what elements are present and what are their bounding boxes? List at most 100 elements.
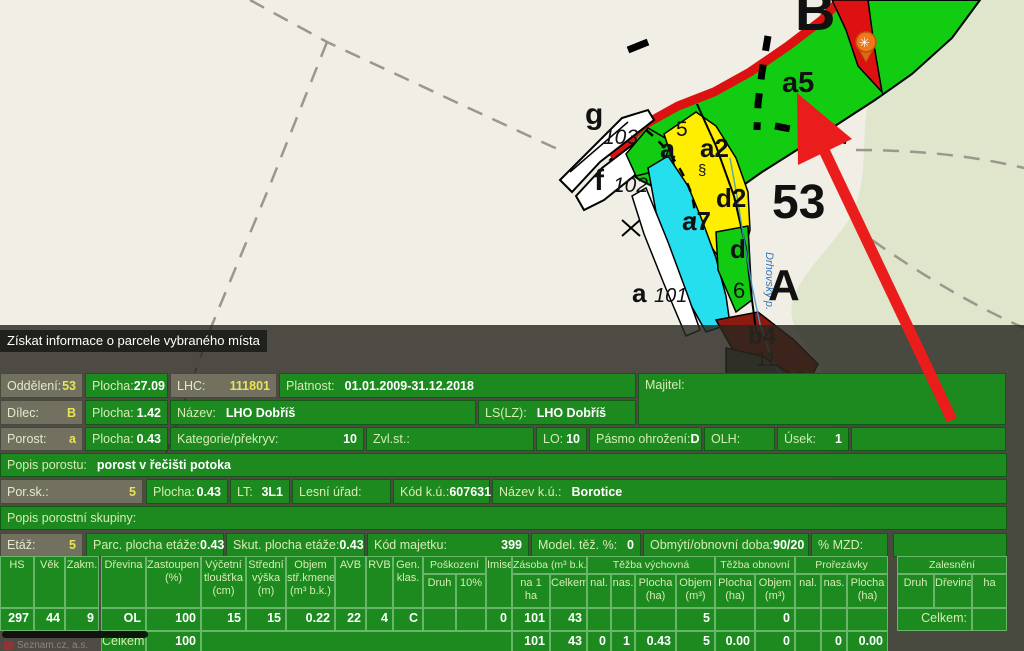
col-vek: Věk [34,556,65,608]
field-lhc: LHC:111801 [170,373,277,398]
cell-objem-kmene: 0.22 [286,608,335,631]
field-skut-plocha: Skut. plocha etáže:0.43 [226,533,365,557]
cell-celkem-zasoba: 43 [550,631,587,651]
table-main-header: Dřevina Zastoupení (%) Výčetní tloušťka … [101,556,888,608]
cell-celkem-zastoupeni: 100 [146,631,201,651]
field-nazev-ku: Název k.ú.:Borotice [492,479,1007,504]
cell-to-objem: 0 [755,608,795,631]
field-oddeleni: Oddělení:53 [0,373,83,398]
field-nazev: Název:LHO Dobříš [170,400,476,425]
col-hs: HS [0,556,34,608]
group-zalesneni: Zalesnění Druh Dřevina ha [897,556,1007,608]
cell-gen-klas: C [393,608,423,631]
map-label-6: 6 [733,278,745,303]
map-label-a101-n: 101 [654,285,687,307]
cell-celkem-pr-nal [795,631,821,651]
field-popis-skupiny: Popis porostní skupiny: [0,506,1007,530]
field-obmyti: Obmýtí/obnovní doba:90/20 [643,533,809,557]
field-platnost: Platnost:01.01.2009-31.12.2018 [279,373,636,398]
cell-celkem-tv-plocha: 0.43 [635,631,676,651]
cell-celkem-tv-objem: 5 [676,631,715,651]
cell-vek: 44 [34,608,65,631]
col-pr-nas: nas. [821,574,847,608]
cell-na1ha: 101 [512,608,550,631]
tooltip: Získat informace o parcele vybraného mís… [0,330,267,352]
map-label-paragraph: § [698,162,706,179]
field-lt: LT:3L1 [230,479,290,504]
table-hs-header: HS Věk Zakm. [0,556,99,608]
cell-zasoba-celkem: 43 [550,608,587,631]
cell-pr-plocha [847,608,888,631]
cell-zastoupeni: 100 [146,608,201,631]
col-zasoba-celkem: Celkem [550,574,587,608]
cell-zal-ha [972,608,1007,631]
marker-asterisk: ✳ [859,35,870,50]
col-na1ha: na 1 ha [512,574,550,608]
field-kategorie: Kategorie/překryv:10 [170,427,364,451]
group-tezba-obnovni: Těžba obnovní Plocha (ha) Objem (m³) [715,556,795,608]
col-objem-kmene: Objem stř.kmene (m³ b.k.) [286,556,335,608]
cell-celkem-tv-nas: 1 [611,631,635,651]
col-pr-nal: nal. [795,574,821,608]
col-zakm: Zakm. [65,556,99,608]
map-label-103: 103 [603,126,638,149]
col-to-plocha: Plocha (ha) [715,574,755,608]
field-etaz: Etáž:5 [0,533,83,557]
col-drevina: Dřevina [101,556,146,608]
map-label-a2: a2 [700,133,729,163]
field-lesni-urad: Lesní úřad: [292,479,391,504]
cell-celkem-na1ha: 101 [512,631,550,651]
map-label-B: B [795,0,835,42]
field-popis-porostu: Popis porostu:porost v řečišti potoka [0,453,1007,477]
cell-imise: 0 [486,608,512,631]
field-mzd: % MZD: [811,533,888,557]
col-avb: AVB [335,556,366,608]
map-label-a5: a5 [782,67,814,99]
field-pasmo: Pásmo ohrožení:D [589,427,702,451]
cell-celkem-to-objem: 0 [755,631,795,651]
table-hs-row: 297 44 9 [0,608,99,631]
map-label-d2: d2 [716,183,746,213]
col-stredni: Střední výška (m) [246,556,286,608]
col-zal-drevina: Dřevina [934,574,972,608]
col-pr-plocha: Plocha (ha) [847,574,888,608]
cell-hs: 297 [0,608,34,631]
cell-to-plocha [715,608,755,631]
field-spare-1 [851,427,1006,451]
map-label-102: 102 [613,174,648,197]
field-plocha-porsk: Plocha:0.43 [146,479,228,504]
col-imise: Imise [486,556,512,608]
field-porsk: Por.sk.:5 [0,479,143,504]
map-label-d: d [730,234,746,264]
field-olh: OLH: [704,427,775,451]
cell-pr-nal [795,608,821,631]
map-label-A: A [768,261,800,310]
field-parc-plocha: Parc. plocha etáže:0.43 [86,533,224,557]
group-zasoba: Zásoba (m³ b.k.) na 1 ha Celkem [512,556,587,608]
map-label-sup5: 5 [676,118,688,141]
field-dilec: Dílec:B [0,400,83,425]
col-tv-nal: nal. [587,574,611,608]
field-lslz: LS(LZ):LHO Dobříš [478,400,636,425]
col-gen-klas: Gen. klas. [393,556,423,608]
cell-posk-druh [423,608,456,631]
cell-posk-10 [456,608,486,631]
map-label-53: 53 [772,176,825,229]
map-label-f: f [594,164,605,197]
col-zastoupeni: Zastoupení (%) [146,556,201,608]
cell-celkem-pr-plocha: 0.00 [847,631,888,651]
cell-tv-nas [611,608,635,631]
cell-avb: 22 [335,608,366,631]
map-label-a7: a7 [682,206,711,236]
field-plocha-oddeleni: Plocha:27.09 [85,373,168,398]
cell-celkem-merged [201,631,512,651]
cell-tv-objem: 5 [676,608,715,631]
col-vycetni: Výčetní tloušťka (cm) [201,556,246,608]
field-lo: LO:10 [536,427,587,451]
field-model-tez: Model. těž. %:0 [531,533,641,557]
field-plocha-dilec: Plocha:1.42 [85,400,168,425]
field-plocha-porost: Plocha:0.43 [85,427,168,451]
cell-zal-celkem: Celkem: [897,608,972,631]
cell-tv-nal [587,608,611,631]
field-kod-ku: Kód k.ú.:607631 [393,479,490,504]
